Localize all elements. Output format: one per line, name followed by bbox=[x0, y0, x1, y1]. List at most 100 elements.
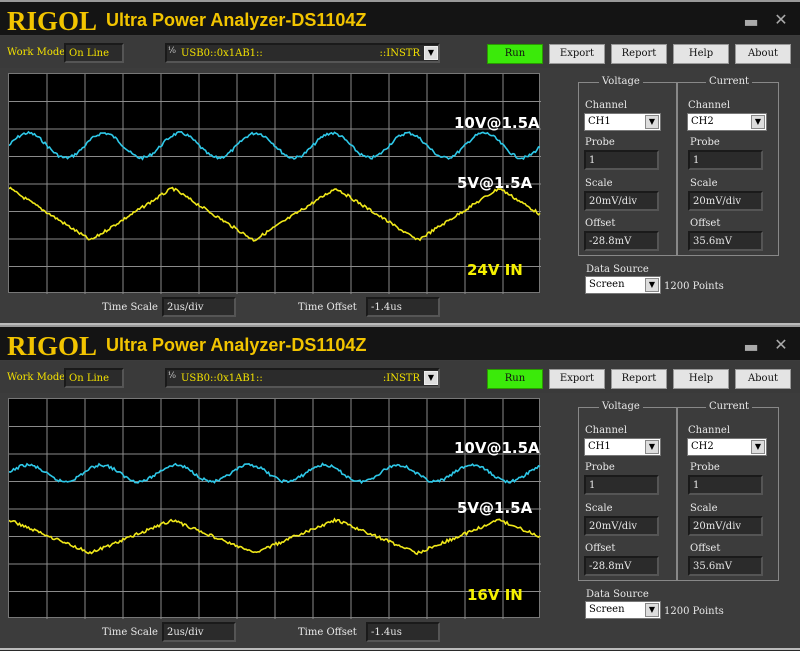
current-channel-select[interactable]: CH2 ▼ bbox=[687, 438, 767, 456]
chevron-down-icon[interactable]: ▼ bbox=[751, 440, 765, 454]
close-icon[interactable]: ✕ bbox=[772, 337, 790, 353]
current-scale-label: Scale bbox=[690, 178, 718, 189]
current-channel-value: CH2 bbox=[691, 116, 714, 127]
resource-select[interactable]: ⅟₀ USB0::0x1AB1:: :INSTR ▼ bbox=[165, 368, 440, 388]
power-analyzer-window: RIGOL Ultra Power Analyzer-DS1104Z ▬ ✕ W… bbox=[0, 0, 800, 325]
resource-right: :INSTR bbox=[382, 373, 420, 384]
voltage-scale-field[interactable]: 20mV/div bbox=[584, 191, 659, 211]
resource-left: USB0::0x1AB1:: bbox=[181, 48, 263, 59]
work-mode-field: On Line bbox=[64, 368, 124, 388]
voltage-channel-select[interactable]: CH1 ▼ bbox=[584, 438, 661, 456]
resource-left: USB0::0x1AB1:: bbox=[181, 373, 263, 384]
annotation-ch1: 5V@1.5A bbox=[457, 174, 533, 192]
run-button[interactable]: Run bbox=[487, 44, 543, 64]
current-offset-label: Offset bbox=[690, 218, 721, 229]
chevron-down-icon[interactable]: ▼ bbox=[424, 46, 438, 60]
work-mode-field: On Line bbox=[64, 43, 124, 63]
chevron-down-icon[interactable]: ▼ bbox=[645, 278, 659, 292]
current-title: Current bbox=[706, 76, 753, 87]
current-offset-field[interactable]: 35.6mV bbox=[688, 231, 763, 251]
voltage-channel-label: Channel bbox=[585, 100, 628, 111]
annotation-input: 16V IN bbox=[467, 586, 523, 604]
resource-right: ::INSTR bbox=[379, 48, 421, 59]
voltage-probe-label: Probe bbox=[585, 137, 615, 148]
chevron-down-icon[interactable]: ▼ bbox=[751, 115, 765, 129]
minimize-icon[interactable]: ▬ bbox=[742, 14, 760, 30]
points-count: 1200 Points bbox=[664, 281, 724, 292]
chevron-down-icon[interactable]: ▼ bbox=[645, 603, 659, 617]
voltage-probe-field[interactable]: 1 bbox=[584, 150, 659, 170]
voltage-probe-field[interactable]: 1 bbox=[584, 475, 659, 495]
close-icon[interactable]: ✕ bbox=[772, 12, 790, 28]
voltage-probe-label: Probe bbox=[585, 462, 615, 473]
chevron-down-icon[interactable]: ▼ bbox=[424, 371, 438, 385]
chevron-down-icon[interactable]: ▼ bbox=[645, 440, 659, 454]
toolbar: Work Mode On Line ⅟₀ USB0::0x1AB1:: ::IN… bbox=[0, 36, 800, 68]
title-bar: RIGOL Ultra Power Analyzer-DS1104Z ▬ ✕ bbox=[0, 0, 800, 36]
voltage-title: Voltage bbox=[599, 76, 643, 87]
current-group: Current Channel CH2 ▼ Probe 1 Scale 20mV/… bbox=[677, 401, 779, 581]
annotation-ch1: 5V@1.5A bbox=[457, 499, 533, 517]
run-button[interactable]: Run bbox=[487, 369, 543, 389]
rigol-logo: RIGOL bbox=[7, 6, 98, 36]
io-icon: ⅟₀ bbox=[168, 46, 176, 55]
export-button[interactable]: Export bbox=[549, 369, 605, 389]
current-channel-label: Channel bbox=[688, 425, 731, 436]
time-scale-field[interactable]: 2us/div bbox=[162, 622, 236, 642]
current-scale-field[interactable]: 20mV/div bbox=[688, 191, 763, 211]
work-mode-label: Work Mode bbox=[7, 372, 66, 383]
voltage-offset-field[interactable]: -28.8mV bbox=[584, 231, 659, 251]
help-button[interactable]: Help bbox=[673, 44, 729, 64]
data-source-label: Data Source bbox=[586, 264, 649, 275]
current-channel-label: Channel bbox=[688, 100, 731, 111]
export-button[interactable]: Export bbox=[549, 44, 605, 64]
resource-select[interactable]: ⅟₀ USB0::0x1AB1:: ::INSTR ▼ bbox=[165, 43, 440, 63]
voltage-group: Voltage Channel CH1 ▼ Probe 1 Scale 20mV/… bbox=[578, 76, 677, 256]
power-analyzer-window: RIGOL Ultra Power Analyzer-DS1104Z ▬ ✕ W… bbox=[0, 325, 800, 650]
app-title: Ultra Power Analyzer-DS1104Z bbox=[106, 335, 367, 355]
about-button[interactable]: About bbox=[735, 369, 791, 389]
current-channel-value: CH2 bbox=[691, 441, 714, 452]
time-scale-label: Time Scale bbox=[102, 302, 158, 313]
toolbar: Work Mode On Line ⅟₀ USB0::0x1AB1:: :INS… bbox=[0, 361, 800, 393]
time-scale-field[interactable]: 2us/div bbox=[162, 297, 236, 317]
data-source-select[interactable]: Screen ▼ bbox=[585, 601, 661, 619]
voltage-scale-field[interactable]: 20mV/div bbox=[584, 516, 659, 536]
voltage-offset-label: Offset bbox=[585, 218, 616, 229]
chevron-down-icon[interactable]: ▼ bbox=[645, 115, 659, 129]
current-group: Current Channel CH2 ▼ Probe 1 Scale 20mV/… bbox=[677, 76, 779, 256]
current-title: Current bbox=[706, 401, 753, 412]
current-probe-label: Probe bbox=[690, 137, 720, 148]
annotation-input: 24V IN bbox=[467, 261, 523, 279]
points-count: 1200 Points bbox=[664, 606, 724, 617]
current-scale-label: Scale bbox=[690, 503, 718, 514]
voltage-channel-value: CH1 bbox=[588, 441, 611, 452]
data-source-select[interactable]: Screen ▼ bbox=[585, 276, 661, 294]
time-offset-field[interactable]: -1.4us bbox=[366, 297, 440, 317]
data-source-value: Screen bbox=[589, 279, 625, 290]
waveform-display: 10V@1.5A 5V@1.5A 16V IN bbox=[8, 398, 541, 619]
current-probe-field[interactable]: 1 bbox=[688, 150, 763, 170]
report-button[interactable]: Report bbox=[611, 44, 667, 64]
time-offset-field[interactable]: -1.4us bbox=[366, 622, 440, 642]
io-icon: ⅟₀ bbox=[168, 371, 176, 380]
about-button[interactable]: About bbox=[735, 44, 791, 64]
time-scale-label: Time Scale bbox=[102, 627, 158, 638]
voltage-scale-label: Scale bbox=[585, 178, 613, 189]
help-button[interactable]: Help bbox=[673, 369, 729, 389]
minimize-icon[interactable]: ▬ bbox=[742, 339, 760, 355]
work-mode-label: Work Mode bbox=[7, 47, 66, 58]
time-offset-label: Time Offset bbox=[298, 302, 357, 313]
current-probe-field[interactable]: 1 bbox=[688, 475, 763, 495]
annotation-ch2: 10V@1.5A bbox=[454, 439, 540, 457]
current-channel-select[interactable]: CH2 ▼ bbox=[687, 113, 767, 131]
data-source-value: Screen bbox=[589, 604, 625, 615]
data-source-label: Data Source bbox=[586, 589, 649, 600]
annotation-ch2: 10V@1.5A bbox=[454, 114, 540, 132]
current-offset-field[interactable]: 35.6mV bbox=[688, 556, 763, 576]
current-scale-field[interactable]: 20mV/div bbox=[688, 516, 763, 536]
voltage-offset-field[interactable]: -28.8mV bbox=[584, 556, 659, 576]
voltage-offset-label: Offset bbox=[585, 543, 616, 554]
voltage-channel-select[interactable]: CH1 ▼ bbox=[584, 113, 661, 131]
report-button[interactable]: Report bbox=[611, 369, 667, 389]
